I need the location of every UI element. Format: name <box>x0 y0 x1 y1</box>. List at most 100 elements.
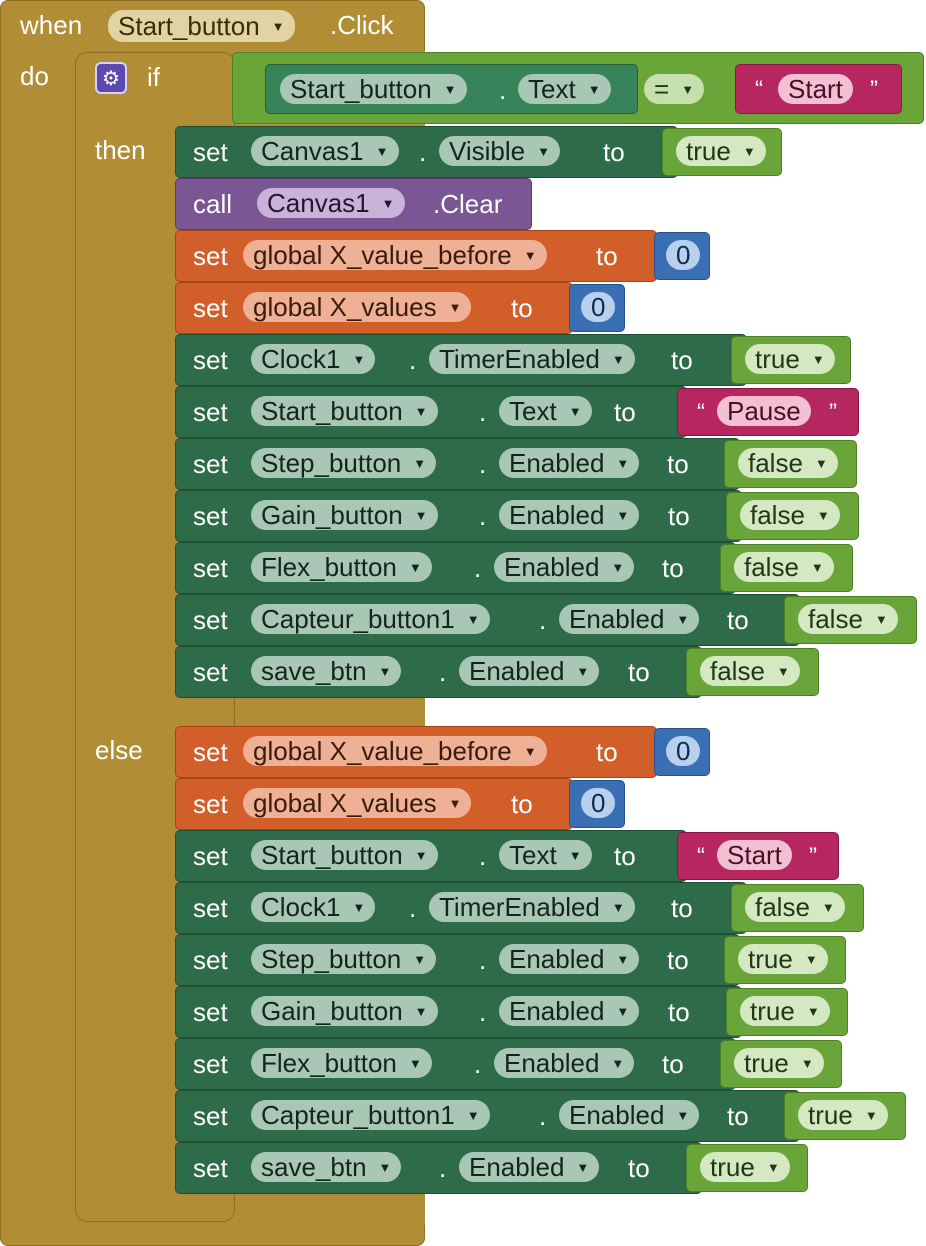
boolean-dropdown[interactable]: false ▼ <box>700 656 800 686</box>
boolean-dropdown[interactable]: false ▼ <box>798 604 898 634</box>
event-name-label: .Click <box>330 10 394 40</box>
boolean-dropdown[interactable]: true ▼ <box>700 1152 790 1182</box>
component-dropdown-label: Start_button <box>261 395 403 426</box>
boolean-dropdown[interactable]: true ▼ <box>740 996 830 1026</box>
dropdown-arrow-icon: ▼ <box>616 507 630 523</box>
component-dropdown[interactable]: Clock1 ▼ <box>251 344 376 374</box>
component-dropdown[interactable]: Step_button ▼ <box>251 943 437 974</box>
text-value[interactable]: Start <box>717 840 792 870</box>
to-keyword: to <box>614 397 636 427</box>
boolean-dropdown[interactable]: true ▼ <box>745 344 835 374</box>
dropdown-arrow-icon: ▼ <box>568 847 582 863</box>
property-dropdown[interactable]: Enabled ▼ <box>494 552 635 582</box>
number-value[interactable]: 0 <box>666 736 701 766</box>
boolean-dropdown[interactable]: false ▼ <box>745 892 845 922</box>
to-keyword: to <box>596 737 618 767</box>
variable-dropdown[interactable]: global X_value_before ▼ <box>243 240 547 270</box>
property-dropdown[interactable]: Enabled ▼ <box>559 1100 700 1130</box>
boolean-dropdown[interactable]: true ▼ <box>734 1048 824 1078</box>
property-dropdown[interactable]: Enabled ▼ <box>459 1152 600 1182</box>
component-dropdown[interactable]: Canvas1 ▼ <box>251 136 399 166</box>
property-dropdown[interactable]: Text ▼ <box>499 840 592 870</box>
component-dropdown[interactable]: save_btn ▼ <box>251 656 402 686</box>
variable-dropdown[interactable]: global X_values ▼ <box>243 292 472 322</box>
compare-operator-dropdown[interactable]: = ▼ <box>644 74 705 104</box>
property-dropdown[interactable]: Enabled ▼ <box>559 604 700 634</box>
component-dropdown-label: save_btn <box>261 1151 367 1182</box>
property-dropdown[interactable]: TimerEnabled ▼ <box>429 892 635 922</box>
dropdown-arrow-icon: ▼ <box>864 1107 878 1123</box>
component-dropdown[interactable]: Gain_button ▼ <box>251 996 438 1026</box>
property-dropdown[interactable]: Visible ▼ <box>439 136 560 166</box>
dot-label: . <box>479 945 487 975</box>
component-dropdown[interactable]: Flex_button ▼ <box>251 552 432 582</box>
condition-component-dropdown[interactable]: Start_button ▼ <box>280 74 467 104</box>
component-dropdown[interactable]: Step_button ▼ <box>251 448 437 478</box>
set-keyword: set <box>193 605 228 635</box>
component-dropdown[interactable]: save_btn ▼ <box>251 1151 402 1182</box>
variable-dropdown[interactable]: global X_value_before ▼ <box>243 736 547 766</box>
dot-label: . <box>409 893 417 923</box>
else-label: else <box>95 735 143 765</box>
to-keyword: to <box>727 1101 749 1131</box>
component-dropdown[interactable]: Flex_button ▼ <box>251 1048 432 1078</box>
boolean-dropdown[interactable]: false ▼ <box>734 552 834 582</box>
dropdown-arrow-icon: ▼ <box>408 1055 422 1071</box>
dropdown-arrow-icon: ▼ <box>414 847 428 863</box>
component-dropdown[interactable]: Start_button ▼ <box>251 840 438 870</box>
boolean-dropdown-label: true <box>710 1151 755 1182</box>
set-keyword: set <box>193 449 228 479</box>
open-quote: “ <box>697 399 705 426</box>
component-dropdown-label: Gain_button <box>261 499 403 530</box>
dropdown-arrow-icon: ▼ <box>814 455 828 471</box>
number-value[interactable]: 0 <box>581 787 616 818</box>
boolean-dropdown-label: true <box>755 343 800 374</box>
gear-icon[interactable]: ⚙ <box>95 62 127 94</box>
property-dropdown-label: Enabled <box>509 995 605 1026</box>
property-dropdown-label: Enabled <box>509 499 605 530</box>
component-dropdown[interactable]: Capteur_button1 ▼ <box>251 604 490 634</box>
dot-label: . <box>479 841 487 871</box>
dropdown-arrow-icon: ▼ <box>568 403 582 419</box>
boolean-dropdown-label: false <box>748 447 803 478</box>
component-dropdown-label: Step_button <box>261 943 402 974</box>
component-dropdown[interactable]: Start_button ▼ <box>251 396 438 426</box>
boolean-dropdown[interactable]: true ▼ <box>798 1100 888 1130</box>
dropdown-arrow-icon: ▼ <box>611 1055 625 1071</box>
dot-label: . <box>419 137 427 167</box>
condition-text-value[interactable]: Start <box>778 74 853 104</box>
to-keyword: to <box>511 789 533 819</box>
boolean-dropdown[interactable]: true ▼ <box>676 136 766 166</box>
boolean-dropdown[interactable]: false ▼ <box>740 500 840 530</box>
property-dropdown-label: TimerEnabled <box>439 891 600 922</box>
boolean-dropdown-label: false <box>744 551 799 582</box>
dropdown-arrow-icon: ▼ <box>413 455 427 471</box>
call-component-dropdown[interactable]: Canvas1 ▼ <box>257 188 405 218</box>
boolean-dropdown[interactable]: false ▼ <box>738 448 838 478</box>
component-dropdown[interactable]: Gain_button ▼ <box>251 500 438 530</box>
dropdown-arrow-icon: ▼ <box>576 663 590 679</box>
set-keyword: set <box>193 737 228 767</box>
property-dropdown[interactable]: Text ▼ <box>499 396 592 426</box>
property-dropdown[interactable]: Enabled ▼ <box>499 448 640 478</box>
dot-label: . <box>539 605 547 635</box>
boolean-dropdown[interactable]: true ▼ <box>738 944 828 974</box>
component-dropdown[interactable]: Clock1 ▼ <box>251 892 376 922</box>
property-dropdown[interactable]: Enabled ▼ <box>499 995 640 1026</box>
event-component-dropdown[interactable]: Start_button ▼ <box>108 10 295 42</box>
condition-property-dropdown[interactable]: Text ▼ <box>518 74 611 104</box>
property-dropdown[interactable]: Enabled ▼ <box>499 499 640 530</box>
number-value[interactable]: 0 <box>581 292 616 322</box>
number-value[interactable]: 0 <box>666 240 701 270</box>
property-dropdown[interactable]: Enabled ▼ <box>499 944 640 974</box>
component-dropdown[interactable]: Capteur_button1 ▼ <box>251 1100 490 1130</box>
variable-dropdown-label: global X_value_before <box>253 239 512 270</box>
text-value[interactable]: Pause <box>717 396 811 426</box>
number-value-label: 0 <box>591 787 606 818</box>
property-dropdown[interactable]: Enabled ▼ <box>459 656 600 686</box>
property-dropdown[interactable]: TimerEnabled ▼ <box>429 344 635 374</box>
variable-dropdown[interactable]: global X_values ▼ <box>243 788 472 818</box>
property-dropdown[interactable]: Enabled ▼ <box>494 1048 635 1078</box>
dropdown-arrow-icon: ▼ <box>413 951 427 967</box>
dropdown-arrow-icon: ▼ <box>352 351 366 367</box>
